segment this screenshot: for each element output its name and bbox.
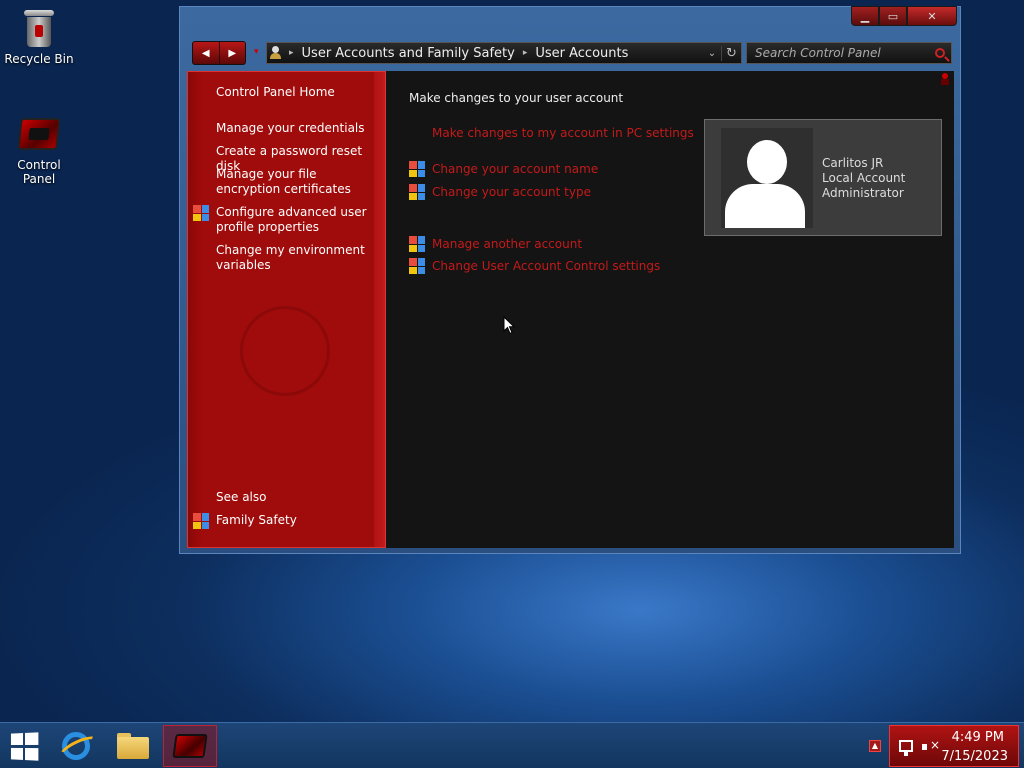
user-role: Administrator — [822, 186, 904, 200]
address-dropdown-button[interactable]: ⌄ — [703, 48, 721, 59]
network-icon[interactable] — [899, 740, 913, 756]
arrow-left-icon: ◀ — [201, 47, 210, 59]
user-accounts-icon — [267, 43, 289, 63]
volume-muted-icon[interactable] — [922, 738, 940, 754]
taskbar-control-panel[interactable] — [163, 725, 217, 767]
user-account-tile: Carlitos JR Local Account Administrator — [704, 119, 942, 236]
link-pc-settings[interactable]: Make changes to my account in PC setting… — [432, 126, 694, 140]
avatar — [721, 128, 813, 228]
shield-icon — [193, 205, 209, 221]
notification-area: 4:49 PM 7/15/2023 — [889, 725, 1019, 767]
main-content: Make changes to your user account Make c… — [386, 71, 954, 548]
shield-icon — [409, 258, 425, 274]
internet-explorer-icon — [62, 732, 90, 760]
shield-icon — [193, 513, 209, 529]
task-sidebar: Control Panel Home Manage your credentia… — [187, 71, 386, 548]
search-input[interactable] — [747, 46, 929, 60]
refresh-icon[interactable]: ↻ — [721, 45, 741, 61]
recent-locations-button[interactable]: ▾ — [254, 47, 264, 57]
minimize-button[interactable]: ▁ — [851, 6, 879, 26]
shield-icon — [409, 184, 425, 200]
desktop-icon-control-panel[interactable]: Control Panel — [1, 114, 77, 186]
shield-icon — [409, 236, 425, 252]
desktop-icon-recycle-bin[interactable]: Recycle Bin — [1, 8, 77, 66]
sidebar-link-advanced-profile[interactable]: Configure advanced user profile properti… — [216, 205, 376, 235]
search-box — [746, 42, 952, 64]
clock-date[interactable]: 7/15/2023 — [941, 749, 1008, 764]
link-uac-settings[interactable]: Change User Account Control settings — [432, 259, 660, 273]
back-button[interactable]: ◀ — [193, 42, 220, 64]
desktop-icon-label: Recycle Bin — [4, 52, 74, 66]
sidebar-link-manage-credentials[interactable]: Manage your credentials — [216, 121, 376, 136]
file-explorer-icon — [117, 733, 149, 759]
shield-icon — [409, 161, 425, 177]
sidebar-link-file-encryption[interactable]: Manage your file encryption certificates — [216, 167, 376, 197]
address-bar[interactable]: ▸ User Accounts and Family Safety ▸ User… — [266, 42, 742, 64]
control-panel-window: ▁ ▭ ✕ ◀ ▶ ▾ ▸ User Accounts and Family S… — [179, 6, 961, 554]
show-hidden-icons-button[interactable]: ▲ — [869, 740, 881, 752]
sidebar-link-control-panel-home[interactable]: Control Panel Home — [216, 85, 376, 100]
navigation-buttons: ◀ ▶ — [192, 41, 246, 65]
skull-watermark-icon — [240, 306, 330, 396]
forward-button[interactable]: ▶ — [220, 42, 246, 64]
windows-start-icon[interactable] — [9, 730, 40, 762]
taskbar-file-explorer[interactable] — [106, 725, 160, 767]
recycle-bin-icon — [24, 8, 54, 48]
sidebar-link-family-safety[interactable]: Family Safety — [216, 513, 376, 528]
clock-time[interactable]: 4:49 PM — [952, 730, 1004, 745]
user-name: Carlitos JR — [822, 156, 884, 170]
taskbar-internet-explorer[interactable] — [49, 725, 103, 767]
desktop-icon-label: Control Panel — [17, 158, 61, 186]
sidebar-link-environment-variables[interactable]: Change my environment variables — [216, 243, 376, 273]
close-button[interactable]: ✕ — [907, 6, 957, 26]
chevron-down-icon: ▾ — [254, 47, 259, 57]
control-panel-icon — [17, 114, 61, 154]
breadcrumb-user-accounts-family-safety[interactable]: User Accounts and Family Safety — [294, 46, 523, 61]
caption-buttons: ▁ ▭ ✕ — [851, 6, 957, 26]
breadcrumb-user-accounts[interactable]: User Accounts — [527, 46, 636, 61]
search-icon[interactable] — [929, 43, 951, 63]
taskbar: ▲ 4:49 PM 7/15/2023 — [0, 722, 1024, 768]
maximize-button[interactable]: ▭ — [879, 6, 907, 26]
sidebar-see-also-heading: See also — [216, 490, 267, 504]
link-change-account-type[interactable]: Change your account type — [432, 185, 591, 199]
link-change-account-name[interactable]: Change your account name — [432, 162, 598, 176]
page-title: Make changes to your user account — [409, 91, 624, 105]
user-corner-icon — [940, 73, 950, 87]
user-account-type: Local Account — [822, 171, 906, 185]
link-manage-another-account[interactable]: Manage another account — [432, 237, 582, 251]
arrow-right-icon: ▶ — [228, 47, 237, 59]
chevron-up-icon: ▲ — [871, 741, 879, 750]
control-panel-icon — [172, 734, 208, 758]
